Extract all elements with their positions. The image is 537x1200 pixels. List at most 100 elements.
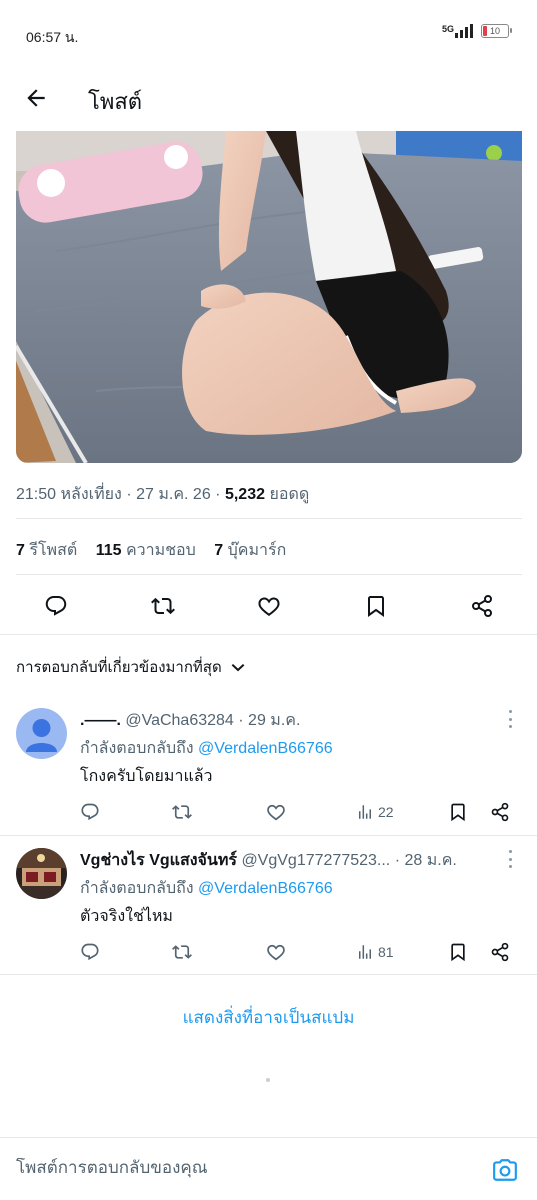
- heart-icon: [267, 804, 285, 821]
- heart-icon: [258, 597, 280, 617]
- meta-separator: ·: [126, 486, 132, 503]
- post-image[interactable]: [16, 131, 522, 463]
- post-meta: 21:50 หลังเที่ยง · 27 ม.ค. 26 · 5,232 ยอ…: [16, 482, 309, 507]
- reply-icon: [81, 943, 99, 961]
- divider: [0, 835, 537, 836]
- divider: [0, 634, 537, 635]
- replies-sort-dropdown[interactable]: การตอบกลับที่เกี่ยวข้องมากที่สุด: [16, 655, 246, 679]
- reply-action-bar: 22: [80, 800, 520, 824]
- repost-button[interactable]: [147, 590, 179, 622]
- bookmark-icon: [367, 596, 384, 617]
- replying-to-link[interactable]: @VerdalenB66766: [198, 880, 333, 897]
- views-button[interactable]: 22: [356, 800, 394, 824]
- show-spam-link[interactable]: แสดงสิ่งที่อาจเป็นสแปม: [0, 1004, 537, 1031]
- network-type: 5G: [441, 24, 454, 34]
- like-button[interactable]: [253, 590, 285, 622]
- reply-display-name[interactable]: Vgช่างไร Vgแสงจันทร์: [80, 852, 237, 869]
- default-avatar-icon: [16, 708, 67, 759]
- replying-to-link[interactable]: @VerdalenB66766: [198, 740, 333, 757]
- reply-handle[interactable]: @VgVg177277523...: [241, 852, 390, 869]
- status-bar: 06:57 น. 5G 10: [0, 0, 537, 70]
- reply-button[interactable]: [40, 590, 72, 622]
- status-time: 06:57 น.: [26, 29, 79, 45]
- views-count: 22: [378, 804, 394, 820]
- avatar[interactable]: [16, 848, 67, 899]
- page-title: โพสต์: [88, 89, 143, 114]
- reply-button[interactable]: [80, 940, 100, 964]
- repost-icon: [150, 597, 175, 615]
- avatar[interactable]: [16, 708, 67, 759]
- replying-to-label: กำลังตอบกลับถึง: [80, 880, 194, 897]
- reply-icon: [81, 803, 99, 821]
- repost-button[interactable]: [172, 800, 192, 824]
- reply-display-name[interactable]: .——.: [80, 712, 121, 729]
- bookmarks-count: 7: [214, 542, 224, 559]
- bookmark-icon: [451, 803, 465, 822]
- likes-stat[interactable]: 115 ความชอบ: [96, 542, 196, 559]
- analytics-icon: [359, 945, 371, 959]
- reply-header: Vgช่างไร Vgแสงจันทร์ @VgVg177277523... ·…: [80, 848, 500, 873]
- like-button[interactable]: [266, 800, 286, 824]
- post-time: 21:50 หลังเที่ยง: [16, 486, 122, 503]
- chevron-down-icon: [231, 663, 245, 672]
- battery-level: 10: [489, 26, 500, 36]
- views-count: 5,232: [224, 486, 265, 503]
- reply-button[interactable]: [80, 800, 100, 824]
- replying-to: กำลังตอบกลับถึง @VerdalenB66766: [80, 876, 333, 901]
- reply-time: · 29 ม.ค.: [238, 712, 301, 729]
- photo-illustration: [16, 131, 522, 463]
- reposts-label: รีโพสต์: [29, 542, 78, 559]
- loading-indicator: [266, 1078, 270, 1082]
- reply-icon: [45, 596, 67, 616]
- reply-text: ตัวจริงใช่ไหม: [80, 908, 173, 925]
- battery-icon: 10: [481, 24, 512, 38]
- status-icons: 5G 10: [441, 24, 512, 38]
- reply-action-bar: 81: [80, 940, 520, 964]
- like-button[interactable]: [266, 940, 286, 964]
- reply-input[interactable]: [16, 1158, 456, 1178]
- reply-compose-bar: [0, 1137, 537, 1200]
- replies-sort-label: การตอบกลับที่เกี่ยวข้องมากที่สุด: [16, 659, 222, 676]
- views-button[interactable]: 81: [356, 940, 394, 964]
- likes-count: 115: [95, 542, 122, 559]
- user-avatar-photo: [16, 848, 67, 899]
- meta-separator: ·: [215, 486, 221, 503]
- reply-handle[interactable]: @VaCha63284: [125, 712, 233, 729]
- divider: [16, 574, 522, 575]
- bookmark-button[interactable]: [448, 800, 468, 824]
- share-button[interactable]: [490, 940, 510, 964]
- replying-to-label: กำลังตอบกลับถึง: [80, 740, 194, 757]
- repost-icon: [172, 945, 192, 959]
- views-label: ยอดดู: [269, 486, 310, 503]
- reposts-count: 7: [16, 542, 25, 559]
- signal-icon: [455, 24, 473, 38]
- reply-item[interactable]: Vgช่างไร Vgแสงจันทร์ @VgVg177277523... ·…: [0, 848, 537, 974]
- share-icon: [472, 595, 492, 617]
- bookmark-button[interactable]: [360, 590, 392, 622]
- heart-icon: [267, 944, 285, 961]
- replying-to: กำลังตอบกลับถึง @VerdalenB66766: [80, 736, 333, 761]
- share-button[interactable]: [466, 590, 498, 622]
- repost-button[interactable]: [172, 940, 192, 964]
- reposts-stat[interactable]: 7 รีโพสต์: [16, 542, 77, 559]
- divider: [0, 974, 537, 975]
- camera-button[interactable]: [491, 1156, 519, 1184]
- analytics-icon: [359, 805, 371, 819]
- share-icon: [491, 942, 509, 962]
- bookmark-button[interactable]: [448, 940, 468, 964]
- arrow-left-icon: [27, 89, 45, 107]
- reply-header: .——. @VaCha63284 · 29 ม.ค.: [80, 708, 500, 733]
- bookmarks-label: บุ๊คมาร์ก: [227, 542, 287, 559]
- more-options-button[interactable]: [503, 850, 517, 868]
- reply-item[interactable]: .——. @VaCha63284 · 29 ม.ค. กำลังตอบกลับถ…: [0, 708, 537, 834]
- divider: [16, 518, 522, 519]
- likes-label: ความชอบ: [125, 542, 196, 559]
- post-stats: 7 รีโพสต์ 115 ความชอบ 7 บุ๊คมาร์ก: [16, 538, 286, 563]
- bookmarks-stat[interactable]: 7 บุ๊คมาร์ก: [214, 542, 286, 559]
- back-button[interactable]: [20, 82, 52, 114]
- views-count: 81: [378, 944, 394, 960]
- share-button[interactable]: [490, 800, 510, 824]
- header: โพสต์: [0, 70, 537, 130]
- camera-icon: [493, 1159, 517, 1181]
- more-options-button[interactable]: [503, 710, 517, 728]
